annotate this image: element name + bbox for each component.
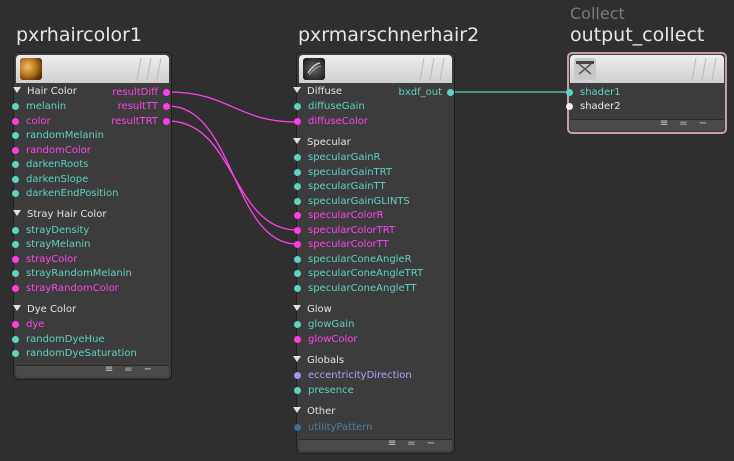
port-dot[interactable] xyxy=(163,103,170,110)
port-dot[interactable] xyxy=(12,103,19,110)
node-header[interactable] xyxy=(570,55,724,83)
minus-icon[interactable]: − xyxy=(144,364,163,375)
port-dot[interactable] xyxy=(12,350,19,357)
collapse-triangle-icon xyxy=(13,210,21,216)
port-dot[interactable] xyxy=(12,161,19,168)
node-title-haircolor: pxrhaircolor1 xyxy=(16,24,143,46)
output-resultTT[interactable]: resultTT xyxy=(90,100,170,113)
collapse-triangle-icon xyxy=(293,407,301,413)
hair-bxdf-thumbnail-icon xyxy=(303,58,325,80)
port-dot[interactable] xyxy=(294,198,301,205)
node-category-collect: Collect xyxy=(570,4,625,23)
output-bxdf_out[interactable]: bxdf_out xyxy=(380,86,454,99)
collapse-triangle-icon xyxy=(293,305,301,311)
output-resultTRT[interactable]: resultTRT xyxy=(90,115,170,128)
port-dot[interactable] xyxy=(12,270,19,277)
port-dot[interactable] xyxy=(294,285,301,292)
collect-thumbnail-icon xyxy=(574,58,596,80)
list-icon[interactable]: ≡ xyxy=(660,118,679,129)
port-dot[interactable] xyxy=(294,212,301,219)
node-header[interactable] xyxy=(16,55,169,83)
port-dot[interactable] xyxy=(294,227,301,234)
port-dot[interactable] xyxy=(12,241,19,248)
wire-resultTRT-specularColorTRT[interactable] xyxy=(167,120,298,231)
node-header[interactable] xyxy=(299,55,452,83)
equals-icon[interactable]: = xyxy=(679,118,698,129)
port-dot[interactable] xyxy=(566,103,573,110)
port-dot[interactable] xyxy=(294,103,301,110)
group-hair-color[interactable]: Hair Color xyxy=(13,86,77,97)
port-dot[interactable] xyxy=(294,321,301,328)
node-title-collect: output_collect xyxy=(570,24,705,46)
port-dot[interactable] xyxy=(294,270,301,277)
port-dot[interactable] xyxy=(12,132,19,139)
group-dye-color[interactable]: Dye Color xyxy=(13,304,76,315)
port-dot[interactable] xyxy=(12,190,19,197)
list-icon[interactable]: ≡ xyxy=(105,364,124,375)
collapse-triangle-icon xyxy=(13,305,21,311)
port-dot[interactable] xyxy=(294,387,301,394)
stripes-icon xyxy=(419,58,445,80)
collapse-triangle-icon xyxy=(293,87,301,93)
group-specular[interactable]: Specular xyxy=(293,137,351,148)
node-footer-haircolor: ≡=− xyxy=(13,364,172,380)
port-dot[interactable] xyxy=(12,336,19,343)
minus-icon[interactable]: − xyxy=(427,438,446,449)
port-dot[interactable] xyxy=(294,183,301,190)
stripes-icon xyxy=(691,58,717,80)
port-dot[interactable] xyxy=(294,118,301,125)
port-dot[interactable] xyxy=(294,372,301,379)
stripes-icon xyxy=(136,58,162,80)
port-dot[interactable] xyxy=(12,227,19,234)
port-dot[interactable] xyxy=(12,147,19,154)
group-other[interactable]: Other xyxy=(293,406,335,417)
wire-resultDiff-diffuseColor[interactable] xyxy=(167,91,298,123)
port-dot[interactable] xyxy=(566,89,573,96)
collapse-triangle-icon xyxy=(293,138,301,144)
port-dot[interactable] xyxy=(12,118,19,125)
collapse-triangle-icon xyxy=(293,356,301,362)
port-dot[interactable] xyxy=(294,256,301,263)
minus-icon[interactable]: − xyxy=(699,118,718,129)
port-dot[interactable] xyxy=(12,285,19,292)
port-dot[interactable] xyxy=(163,118,170,125)
list-icon[interactable]: ≡ xyxy=(388,438,407,449)
port-dot[interactable] xyxy=(294,424,301,431)
port-dot[interactable] xyxy=(12,256,19,263)
hair-color-thumbnail-icon xyxy=(20,58,42,80)
equals-icon[interactable]: = xyxy=(407,438,426,449)
port-dot[interactable] xyxy=(294,241,301,248)
port-dot[interactable] xyxy=(12,176,19,183)
port-dot[interactable] xyxy=(447,89,454,96)
port-dot[interactable] xyxy=(12,321,19,328)
equals-icon[interactable]: = xyxy=(124,364,143,375)
group-stray-hair-color[interactable]: Stray Hair Color xyxy=(13,209,106,220)
port-dot[interactable] xyxy=(294,169,301,176)
collapse-triangle-icon xyxy=(13,87,21,93)
group-diffuse[interactable]: Diffuse xyxy=(293,86,342,97)
port-dot[interactable] xyxy=(163,89,170,96)
group-glow[interactable]: Glow xyxy=(293,304,332,315)
output-resultDiff[interactable]: resultDiff xyxy=(90,86,170,99)
port-dot[interactable] xyxy=(294,154,301,161)
group-globals[interactable]: Globals xyxy=(293,355,344,366)
port-dot[interactable] xyxy=(294,336,301,343)
node-title-marschner: pxrmarschnerhair2 xyxy=(298,24,480,46)
